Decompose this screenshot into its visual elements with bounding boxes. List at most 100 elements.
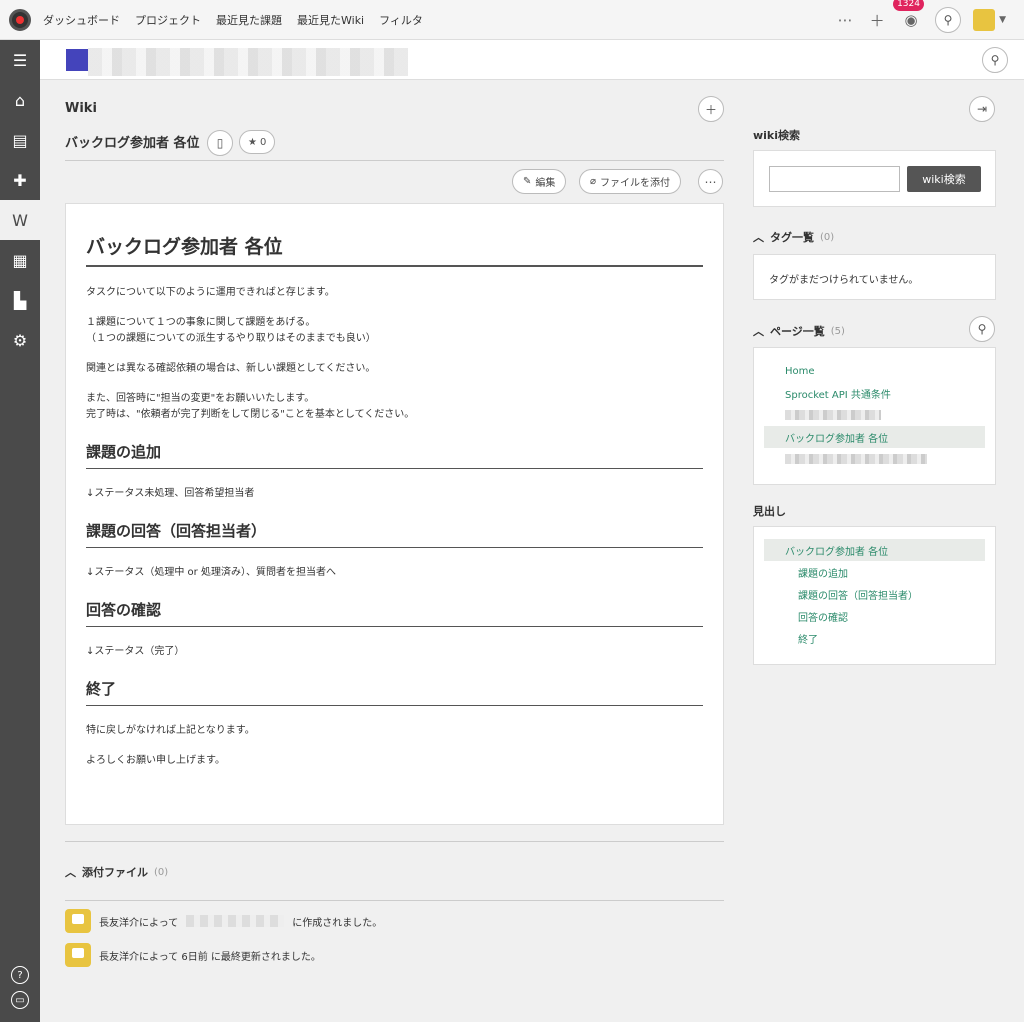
history-divider [65,900,724,901]
star-icon: ★ [248,136,257,148]
heading-link-label: 終了 [798,634,818,646]
doc-paragraph: ↓ステータス未処理、回答希望担当者 [86,488,255,499]
pages-count: (5) [830,325,845,337]
attachments-count: (0) [154,866,169,878]
page-link[interactable]: Home [764,360,985,382]
doc-line: １課題について１つの事象に関して課題をあげる。 [86,317,316,328]
attachments-label: 添付ファイル [82,866,148,879]
doc-heading-1: バックログ参加者 各位 [86,232,703,267]
tags-toggle[interactable]: ︿ タグ一覧 (0) [753,229,834,245]
pages-title: ページ一覧 [770,325,825,338]
doc-line: また、回答時に"担当の変更"をお願いいたします。 [86,393,315,404]
redacted-text [785,454,927,464]
chat-icon[interactable]: ▭ [11,991,29,1009]
page-link[interactable]: Sprocket API 共通条件 [764,382,985,404]
user-avatar[interactable] [65,909,91,933]
page-link[interactable]: バックログ参加者 各位 [764,426,985,448]
heading-link-label: 課題の追加 [798,568,848,580]
add-icon[interactable]: ＋ [867,10,887,31]
project-search-icon[interactable]: ⚲ [982,47,1008,73]
page-link-redacted[interactable] [764,404,985,426]
heading-link-label: 課題の回答（回答担当者） [798,590,918,602]
doc-paragraph: 関連とは異なる確認依頼の場合は、新しい課題としてください。 [86,363,376,374]
collapse-panel-icon[interactable]: ⇥ [969,96,995,122]
chevron-down-icon[interactable]: ▼ [999,15,1006,25]
doc-heading-2: 課題の追加 [86,441,703,469]
page-link-redacted[interactable] [764,448,985,470]
more-icon[interactable]: ⋯ [835,11,855,29]
attachments-divider [65,841,724,842]
heading-link-label: 回答の確認 [798,612,848,624]
left-sidebar: ☰ ⌂ ▤ ✚ W ▦ ▙ ⚙ ? ▭ [0,40,40,1022]
history-created-suffix: に作成されました。 [292,917,383,929]
pages-search-icon[interactable]: ⚲ [969,316,995,342]
history-updated: 長友洋介によって 6日前 に最終更新されました。 [65,943,321,967]
nav-dashboard[interactable]: ダッシュボード [43,12,120,28]
doc-paragraph: 特に戻しがなければ上記となります。 [86,725,255,736]
help-icon[interactable]: ? [11,966,29,984]
doc-paragraph: １課題について１つの事象に関して課題をあげる。 （１つの課題についての派生するやり… [86,315,703,347]
attachments-toggle[interactable]: ︿ 添付ファイル (0) [65,864,168,880]
attach-file-button[interactable]: ⌀ ファイルを添付 [579,169,682,194]
headings-box: バックログ参加者 各位 課題の追加 課題の回答（回答担当者） 回答の確認 終了 [753,526,996,665]
pages-box: Home Sprocket API 共通条件 バックログ参加者 各位 [753,347,996,485]
menu-icon[interactable]: ☰ [0,40,40,80]
page-link-label: Home [785,365,815,377]
edit-button[interactable]: ✎ 編集 [512,169,567,194]
nav-recent-issues[interactable]: 最近見た課題 [216,12,282,28]
doc-line: 完了時は、"依頼者が完了判断をして閉じる"ことを基本としてください。 [86,409,415,420]
project-header: ⚲ [40,40,1024,80]
doc-heading-2: 課題の回答（回答担当者） [86,520,703,548]
chevron-up-icon: ︿ [65,866,76,879]
project-icon [66,49,88,71]
attach-label: ファイルを添付 [600,178,671,189]
heading-link[interactable]: 課題の追加 [764,561,985,583]
heading-link[interactable]: バックログ参加者 各位 [764,539,985,561]
doc-paragraph: タスクについて以下のように運用できればと存じます。 [86,287,335,298]
heading-link[interactable]: 終了 [764,627,985,649]
user-avatar[interactable] [65,943,91,967]
backlog-logo[interactable] [9,8,31,31]
history-updated-text: 長友洋介によって 6日前 に最終更新されました。 [99,951,321,963]
redacted-text [785,410,881,420]
gantt-icon[interactable]: ▙ [0,280,40,320]
more-actions-button[interactable]: ⋯ [698,169,723,194]
wiki-search-input[interactable] [769,166,900,192]
pages-toggle[interactable]: ︿ ページ一覧 (5) [753,323,845,339]
nav-projects[interactable]: プロジェクト [135,12,201,28]
tags-count: (0) [820,231,835,243]
star-button[interactable]: ★ 0 [239,130,276,154]
heading-link[interactable]: 課題の回答（回答担当者） [764,583,985,605]
watch-icon[interactable]: ◉ 1324 [893,0,924,29]
files-icon[interactable]: ▦ [0,240,40,280]
global-search-icon[interactable]: ⚲ [935,7,962,33]
doc-line: （１つの課題についての派生するやり取りはそのままでも良い） [86,333,376,344]
wiki-icon[interactable]: W [0,200,40,240]
nav-filter[interactable]: フィルタ [379,12,423,28]
history-created-prefix: 長友洋介によって [99,917,179,929]
page-title: バックログ参加者 各位 [65,136,200,151]
doc-paragraph: また、回答時に"担当の変更"をお願いいたします。完了時は、"依頼者が完了判断をし… [86,391,703,423]
pencil-icon: ✎ [523,176,532,187]
home-icon[interactable]: ⌂ [0,80,40,120]
user-avatar[interactable] [973,9,996,31]
wiki-content: バックログ参加者 各位 タスクについて以下のように運用できればと存じます。 １課… [65,203,724,825]
issues-icon[interactable]: ▤ [0,120,40,160]
copy-icon[interactable]: ▯ [207,130,233,156]
nav-recent-wiki[interactable]: 最近見たWiki [297,12,364,28]
add-issue-icon[interactable]: ✚ [0,160,40,200]
notification-badge[interactable]: 1324 [893,0,924,11]
history-created: 長友洋介によって に作成されました。 [65,909,382,933]
settings-icon[interactable]: ⚙ [0,320,40,360]
add-wiki-button[interactable]: ＋ [698,96,724,122]
heading-link[interactable]: 回答の確認 [764,605,985,627]
page-link-label: バックログ参加者 各位 [785,433,889,445]
wiki-search-title: wiki検索 [753,129,801,142]
page-link-label: Sprocket API 共通条件 [785,389,891,401]
chevron-up-icon: ︿ [753,231,764,244]
headings-title: 見出し [753,505,786,518]
chevron-up-icon: ︿ [753,325,764,338]
wiki-search-button[interactable]: wiki検索 [907,166,981,192]
edit-label: 編集 [535,178,556,189]
doc-heading-2: 終了 [86,678,703,706]
